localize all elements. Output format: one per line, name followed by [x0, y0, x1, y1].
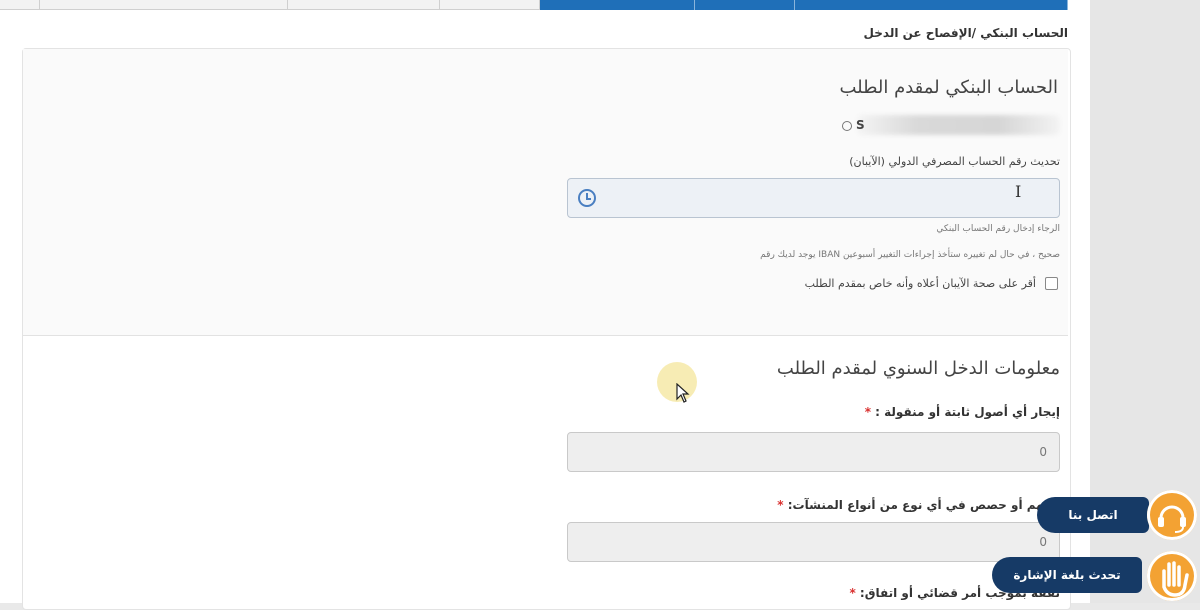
contact-us-label: اتصل بنا [1068, 508, 1118, 522]
shares-input[interactable]: 0 [567, 522, 1060, 562]
tab-step[interactable] [288, 0, 440, 10]
headset-icon-glyph [1158, 505, 1186, 533]
iban-label: تحديث رقم الحساب المصرفي الدولي (الآيبان… [849, 155, 1060, 168]
breadcrumb: الحساب البنكي /الإفصاح عن الدخل [863, 26, 1068, 40]
required-mark: * [864, 405, 871, 419]
sign-language-label: تحدث بلغة الإشارة [1013, 568, 1121, 582]
iban-hint-change: صحيح ، في حال لم تغييره ستأخذ إجراءات ال… [760, 250, 1060, 260]
iban-input[interactable] [567, 178, 1060, 218]
bank-section-title: الحساب البنكي لمقدم الطلب [839, 77, 1058, 98]
section-divider [23, 335, 1068, 336]
required-mark: * [777, 498, 784, 512]
rent-assets-label-text: إيجار أي أصول ثابتة أو منقولة : [875, 405, 1060, 419]
text-cursor-icon: I [1015, 182, 1022, 201]
applicant-name-prefix: S [856, 118, 865, 132]
clock-icon [578, 189, 596, 207]
hand-icon[interactable] [1147, 551, 1197, 601]
clock-icon [842, 121, 852, 131]
rent-assets-label: إيجار أي أصول ثابتة أو منقولة : * [865, 405, 1060, 419]
tab-step-current[interactable] [540, 0, 695, 10]
headset-icon[interactable] [1147, 490, 1197, 540]
tab-step[interactable] [440, 0, 540, 10]
applicant-name-redacted [857, 115, 1060, 135]
required-mark: * [849, 586, 856, 600]
rent-assets-input[interactable]: 0 [567, 432, 1060, 472]
tab-step[interactable] [695, 0, 795, 10]
step-tabs [0, 0, 1068, 10]
rent-assets-value: 0 [1039, 445, 1047, 459]
tab-step[interactable] [40, 0, 288, 10]
shares-label: أسهم أو حصص في أي نوع من أنواع المنشآت: … [777, 498, 1060, 512]
hand-icon-glyph [1162, 561, 1189, 597]
sign-language-button[interactable]: تحدث بلغة الإشارة [992, 557, 1142, 593]
iban-hint: الرجاء إدخال رقم الحساب البنكي [936, 224, 1060, 234]
shares-label-text: أسهم أو حصص في أي نوع من أنواع المنشآت: [787, 498, 1060, 512]
tab-step[interactable] [0, 0, 40, 10]
confirm-label: أقر على صحة الآيبان أعلاه وأنه خاص بمقدم… [804, 277, 1036, 290]
confirm-checkbox[interactable] [1045, 277, 1058, 290]
tab-step[interactable] [795, 0, 1068, 10]
contact-us-button[interactable]: اتصل بنا [1037, 497, 1149, 533]
arrow-cursor-icon [676, 383, 690, 403]
income-section-title: معلومات الدخل السنوي لمقدم الطلب [776, 358, 1060, 379]
